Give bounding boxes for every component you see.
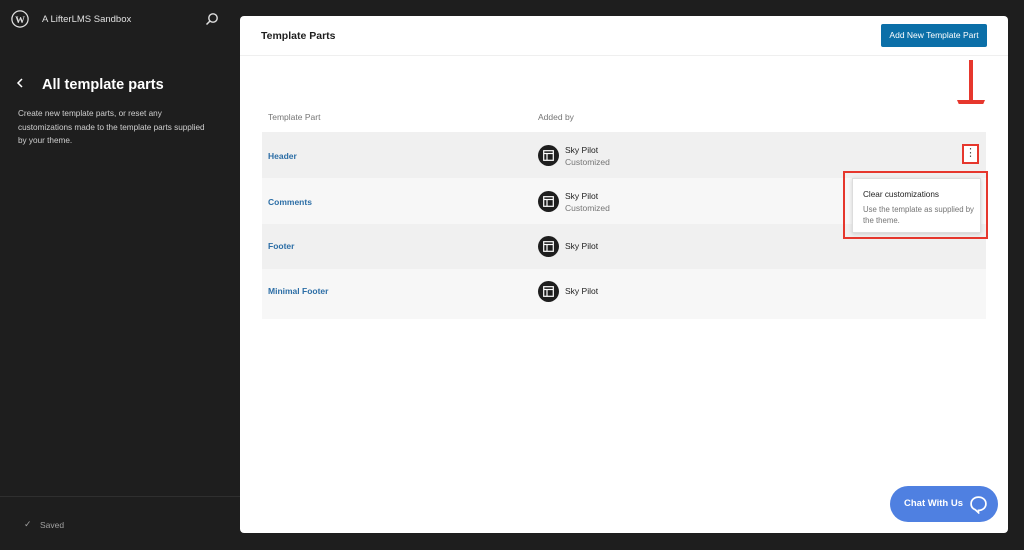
annotation-highlight-box: Clear customizations Use the template as… [843, 171, 988, 239]
page-title: Template Parts [261, 30, 336, 42]
wordpress-logo-icon[interactable]: W [11, 10, 29, 28]
main-header: Template Parts Add New Template Part [240, 16, 1008, 56]
author-name: Sky Pilot [565, 286, 599, 296]
site-name[interactable]: A LifterLMS Sandbox [42, 14, 131, 25]
clear-customizations-description: Use the template as supplied by the them… [863, 205, 974, 225]
template-part-link[interactable]: Minimal Footer [268, 286, 328, 296]
theme-avatar [538, 236, 559, 257]
clear-customizations-menu-item[interactable]: Clear customizations [863, 190, 939, 199]
sidebar-title: All template parts [42, 77, 164, 93]
site-hub: W A LifterLMS Sandbox [0, 0, 240, 40]
author-name: Sky Pilot [565, 145, 599, 155]
theme-avatar [538, 191, 559, 212]
checkmark-icon: ✓ [24, 519, 32, 529]
layout-icon [543, 150, 554, 161]
chat-with-us-button[interactable]: Chat With Us [890, 486, 998, 522]
main-panel: Template Parts Add New Template Part Tem… [240, 16, 1008, 533]
author-name: Sky Pilot [565, 191, 599, 201]
column-header-template-part: Template Part [268, 112, 321, 122]
template-part-link[interactable]: Footer [268, 241, 294, 251]
sidebar-description: Create new template parts, or reset any … [18, 109, 205, 145]
theme-avatar [538, 145, 559, 166]
chat-bubble-icon [970, 496, 987, 514]
layout-icon [543, 196, 554, 207]
customized-status: Customized [565, 203, 610, 213]
theme-avatar [538, 281, 559, 302]
template-part-link[interactable]: Header [268, 151, 297, 161]
table-header: Template Part Added by [262, 104, 986, 132]
back-chevron-icon[interactable] [13, 76, 27, 90]
chat-label: Chat With Us [904, 498, 964, 509]
table-row: Minimal Footer Sky Pilot [262, 269, 986, 319]
save-status-bar: ✓ Saved [0, 496, 240, 550]
layout-icon [543, 286, 554, 297]
svg-text:W: W [15, 15, 25, 26]
column-header-added-by: Added by [538, 112, 574, 122]
sidebar: W A LifterLMS Sandbox All template parts… [0, 0, 240, 550]
author-name: Sky Pilot [565, 241, 599, 251]
add-new-template-part-button[interactable]: Add New Template Part [881, 24, 987, 47]
actions-dropdown-menu: Clear customizations Use the template as… [852, 178, 981, 233]
layout-icon [543, 241, 554, 252]
template-part-link[interactable]: Comments [268, 197, 312, 207]
customized-status: Customized [565, 157, 610, 167]
saved-label: Saved [40, 520, 65, 530]
more-actions-button[interactable]: ⋮ [962, 144, 979, 164]
search-icon[interactable] [204, 11, 220, 27]
